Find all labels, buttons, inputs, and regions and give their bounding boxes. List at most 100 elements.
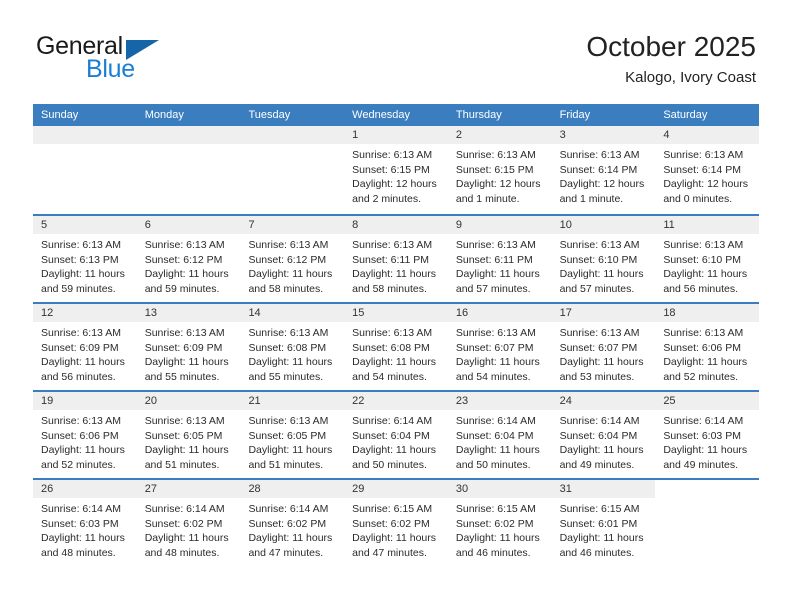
weekday-header-thursday: Thursday [455, 109, 502, 121]
day-number: 9 [447, 216, 552, 234]
day-detail-line: and 50 minutes. [455, 458, 531, 471]
day-number [33, 126, 137, 144]
day-number: 13 [136, 304, 241, 322]
day-detail: Sunrise: 6:13 AM Sunset: 6:06 PM Daylight:… [33, 410, 137, 472]
day-cell-5[interactable]: 5 Sunrise: 6:13 AM Sunset: 6:13 PM Daylight… [33, 216, 137, 302]
day-detail-line: Sunset: 6:07 PM [559, 341, 638, 354]
day-detail-line: Daylight: 11 hours [248, 268, 333, 280]
calendar-week-row: 19 Sunrise: 6:13 AM Sunset: 6:06 PM Dayligh… [33, 390, 760, 478]
day-number: 17 [551, 304, 656, 322]
day-detail-line: Sunset: 6:03 PM [663, 429, 741, 442]
page-title: October 2025 [586, 31, 756, 62]
day-cell-26[interactable]: 26 Sunrise: 6:14 AM Sunset: 6:03 PM Dayligh… [33, 480, 137, 566]
day-cell-30[interactable]: 30 Sunrise: 6:15 AM Sunset: 6:02 PM Dayligh… [447, 480, 552, 566]
day-cell-6[interactable]: 6 Sunrise: 6:13 AM Sunset: 6:12 PM Daylight… [136, 216, 241, 302]
day-detail-line: Sunrise: 6:13 AM [352, 239, 433, 251]
day-detail-line: Daylight: 11 hours [248, 444, 333, 456]
day-cell-31[interactable]: 31 Sunrise: 6:15 AM Sunset: 6:01 PM Dayligh… [551, 480, 656, 566]
day-cell-20[interactable]: 20 Sunrise: 6:13 AM Sunset: 6:05 PM Dayligh… [136, 392, 241, 478]
day-cell-4[interactable]: 4 Sunrise: 6:13 AM Sunset: 6:14 PM Daylight… [655, 126, 760, 214]
generalblue-logo[interactable]: General Blue [36, 34, 236, 90]
day-detail-line: Sunrise: 6:14 AM [352, 415, 433, 427]
day-cell-22[interactable]: 22 Sunrise: 6:14 AM Sunset: 6:04 PM Dayligh… [344, 392, 448, 478]
day-cell-12[interactable]: 12 Sunrise: 6:13 AM Sunset: 6:09 PM Dayligh… [33, 304, 137, 390]
day-detail-line: Sunrise: 6:13 AM [248, 239, 329, 251]
day-detail-line: Sunrise: 6:13 AM [248, 415, 329, 427]
day-detail-line: Sunset: 6:04 PM [559, 429, 638, 442]
weekday-header-tuesday: Tuesday [248, 109, 291, 121]
day-detail-line: Sunrise: 6:14 AM [455, 415, 536, 427]
day-cell-24[interactable]: 24 Sunrise: 6:14 AM Sunset: 6:04 PM Dayligh… [551, 392, 656, 478]
day-cell-18[interactable]: 18 Sunrise: 6:13 AM Sunset: 6:06 PM Dayligh… [655, 304, 760, 390]
day-detail-line: Sunrise: 6:13 AM [41, 415, 121, 427]
day-detail: Sunrise: 6:13 AM Sunset: 6:13 PM Daylight:… [33, 234, 137, 296]
day-cell-23[interactable]: 23 Sunrise: 6:14 AM Sunset: 6:04 PM Dayligh… [447, 392, 552, 478]
day-detail-line: Daylight: 11 hours [41, 532, 125, 544]
day-cell-19[interactable]: 19 Sunrise: 6:13 AM Sunset: 6:06 PM Dayligh… [33, 392, 137, 478]
day-detail: Sunrise: 6:13 AM Sunset: 6:10 PM Daylight:… [655, 234, 759, 296]
day-detail: Sunrise: 6:14 AM Sunset: 6:04 PM Daylight:… [448, 410, 552, 472]
day-detail-line: Daylight: 11 hours [352, 356, 437, 368]
day-detail-line: and 51 minutes. [248, 458, 324, 471]
day-detail-line: and 49 minutes. [663, 458, 739, 471]
day-cell-21[interactable]: 21 Sunrise: 6:13 AM Sunset: 6:05 PM Dayligh… [240, 392, 345, 478]
day-detail-line: Daylight: 11 hours [455, 268, 540, 280]
day-cell-1[interactable]: 1 Sunrise: 6:13 AM Sunset: 6:15 PM Daylight… [344, 126, 448, 214]
day-cell-empty [136, 126, 241, 214]
day-cell-3[interactable]: 3 Sunrise: 6:13 AM Sunset: 6:14 PM Daylight… [551, 126, 656, 214]
day-number: 10 [551, 216, 656, 234]
day-cell-27[interactable]: 27 Sunrise: 6:14 AM Sunset: 6:02 PM Dayligh… [136, 480, 241, 566]
day-detail: Sunrise: 6:13 AM Sunset: 6:08 PM Daylight:… [240, 322, 344, 384]
day-cell-9[interactable]: 9 Sunrise: 6:13 AM Sunset: 6:11 PM Daylight… [447, 216, 552, 302]
day-detail-line: Sunrise: 6:13 AM [352, 327, 433, 339]
day-cell-empty [655, 480, 760, 566]
day-detail-line: Sunset: 6:14 PM [559, 163, 638, 176]
day-cell-14[interactable]: 14 Sunrise: 6:13 AM Sunset: 6:08 PM Dayligh… [240, 304, 345, 390]
day-cell-11[interactable]: 11 Sunrise: 6:13 AM Sunset: 6:10 PM Dayligh… [655, 216, 760, 302]
day-cell-28[interactable]: 28 Sunrise: 6:14 AM Sunset: 6:02 PM Dayligh… [240, 480, 345, 566]
day-cell-2[interactable]: 2 Sunrise: 6:13 AM Sunset: 6:15 PM Daylight… [447, 126, 552, 214]
calendar-week-row: 12 Sunrise: 6:13 AM Sunset: 6:09 PM Dayligh… [33, 302, 760, 390]
day-number: 14 [240, 304, 345, 322]
day-detail: Sunrise: 6:13 AM Sunset: 6:12 PM Daylight:… [240, 234, 344, 296]
day-detail [240, 144, 344, 148]
day-cell-16[interactable]: 16 Sunrise: 6:13 AM Sunset: 6:07 PM Dayligh… [447, 304, 552, 390]
day-cell-13[interactable]: 13 Sunrise: 6:13 AM Sunset: 6:09 PM Dayligh… [136, 304, 241, 390]
day-detail-line: and 47 minutes. [248, 546, 324, 559]
day-number: 23 [447, 392, 552, 410]
day-cell-29[interactable]: 29 Sunrise: 6:15 AM Sunset: 6:02 PM Dayligh… [344, 480, 448, 566]
day-detail-line: and 48 minutes. [144, 546, 220, 559]
day-detail-line: Sunrise: 6:13 AM [455, 327, 536, 339]
day-number [655, 480, 760, 498]
day-cell-7[interactable]: 7 Sunrise: 6:13 AM Sunset: 6:12 PM Daylight… [240, 216, 345, 302]
day-detail: Sunrise: 6:14 AM Sunset: 6:03 PM Daylight:… [33, 498, 137, 560]
calendar-page: General Blue October 2025 Kalogo, Ivory … [0, 0, 792, 612]
day-cell-17[interactable]: 17 Sunrise: 6:13 AM Sunset: 6:07 PM Dayligh… [551, 304, 656, 390]
day-detail-line: Sunset: 6:06 PM [41, 429, 119, 442]
day-detail-line: and 54 minutes. [352, 370, 427, 383]
day-detail: Sunrise: 6:13 AM Sunset: 6:14 PM Daylight:… [655, 144, 759, 206]
day-number [240, 126, 345, 144]
day-detail-line: Daylight: 11 hours [144, 444, 229, 456]
day-detail-line: Sunset: 6:14 PM [663, 163, 741, 176]
day-number: 22 [344, 392, 448, 410]
day-detail: Sunrise: 6:13 AM Sunset: 6:07 PM Daylight:… [448, 322, 552, 384]
day-detail-line: Sunset: 6:15 PM [352, 163, 430, 176]
day-number: 11 [655, 216, 760, 234]
day-number: 31 [551, 480, 656, 498]
day-cell-15[interactable]: 15 Sunrise: 6:13 AM Sunset: 6:08 PM Dayligh… [344, 304, 448, 390]
day-detail-line: and 1 minute. [559, 192, 624, 205]
day-detail: Sunrise: 6:14 AM Sunset: 6:02 PM Daylight:… [137, 498, 241, 560]
day-cell-25[interactable]: 25 Sunrise: 6:14 AM Sunset: 6:03 PM Dayligh… [655, 392, 760, 478]
day-number: 6 [136, 216, 241, 234]
day-number: 20 [136, 392, 241, 410]
day-cell-8[interactable]: 8 Sunrise: 6:13 AM Sunset: 6:11 PM Daylight… [344, 216, 448, 302]
weekday-header-row: Sunday Monday Tuesday Wednesday Thursday Frid… [33, 104, 759, 126]
day-detail-line: Sunrise: 6:13 AM [144, 327, 225, 339]
day-detail: Sunrise: 6:13 AM Sunset: 6:15 PM Daylight:… [344, 144, 448, 206]
day-detail-line: Sunrise: 6:14 AM [663, 415, 744, 427]
day-detail-line: Daylight: 11 hours [663, 356, 748, 368]
day-detail-line: and 50 minutes. [352, 458, 427, 471]
day-cell-10[interactable]: 10 Sunrise: 6:13 AM Sunset: 6:10 PM Dayligh… [551, 216, 656, 302]
day-detail-line: Sunset: 6:10 PM [559, 253, 638, 266]
